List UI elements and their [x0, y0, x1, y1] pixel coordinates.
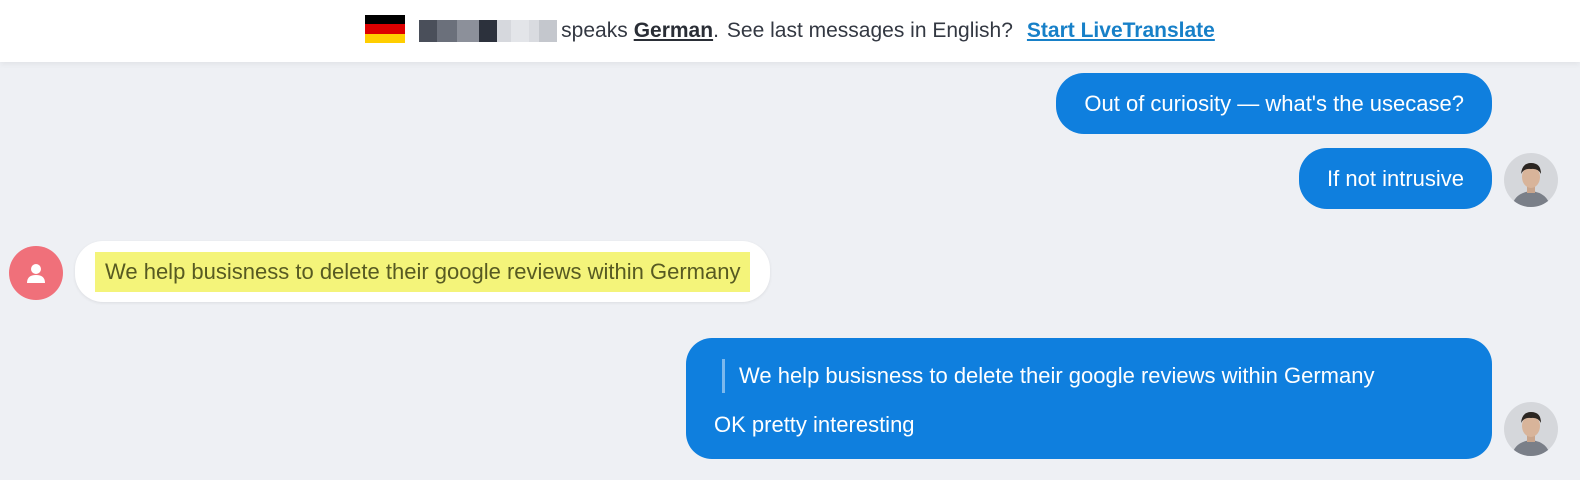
message-text: OK pretty interesting — [714, 411, 915, 437]
germany-flag-icon — [365, 15, 406, 43]
chat-window: speaks German. See last messages in Engl… — [0, 0, 1580, 480]
my-avatar[interactable] — [1504, 402, 1558, 456]
redacted-contact-name — [419, 20, 558, 42]
outgoing-message[interactable]: Out of curiosity — what's the usecase? — [1056, 73, 1492, 134]
contact-avatar[interactable] — [9, 246, 63, 300]
banner-speaks-text: speaks — [561, 19, 628, 42]
quoted-message[interactable]: We help busisness to delete their google… — [722, 358, 1374, 393]
message-text: Out of curiosity — what's the usecase? — [1084, 90, 1464, 116]
banner-language: German — [633, 19, 714, 42]
default-user-icon — [27, 264, 45, 283]
highlighted-message-text: We help busisness to delete their google… — [95, 251, 751, 292]
live-translate-banner: speaks German. See last messages in Engl… — [0, 0, 1580, 62]
outgoing-message[interactable]: If not intrusive — [1299, 148, 1492, 209]
incoming-message[interactable]: We help busisness to delete their google… — [75, 241, 771, 302]
start-livetranslate-link[interactable]: Start LiveTranslate — [1027, 19, 1215, 43]
outgoing-reply-message[interactable]: We help busisness to delete their google… — [686, 338, 1492, 459]
user-photo-avatar — [1504, 153, 1558, 207]
my-avatar[interactable] — [1504, 153, 1558, 207]
user-photo-avatar — [1504, 402, 1558, 456]
message-text: If not intrusive — [1327, 165, 1464, 191]
banner-prompt: See last messages in English? — [726, 19, 1013, 42]
